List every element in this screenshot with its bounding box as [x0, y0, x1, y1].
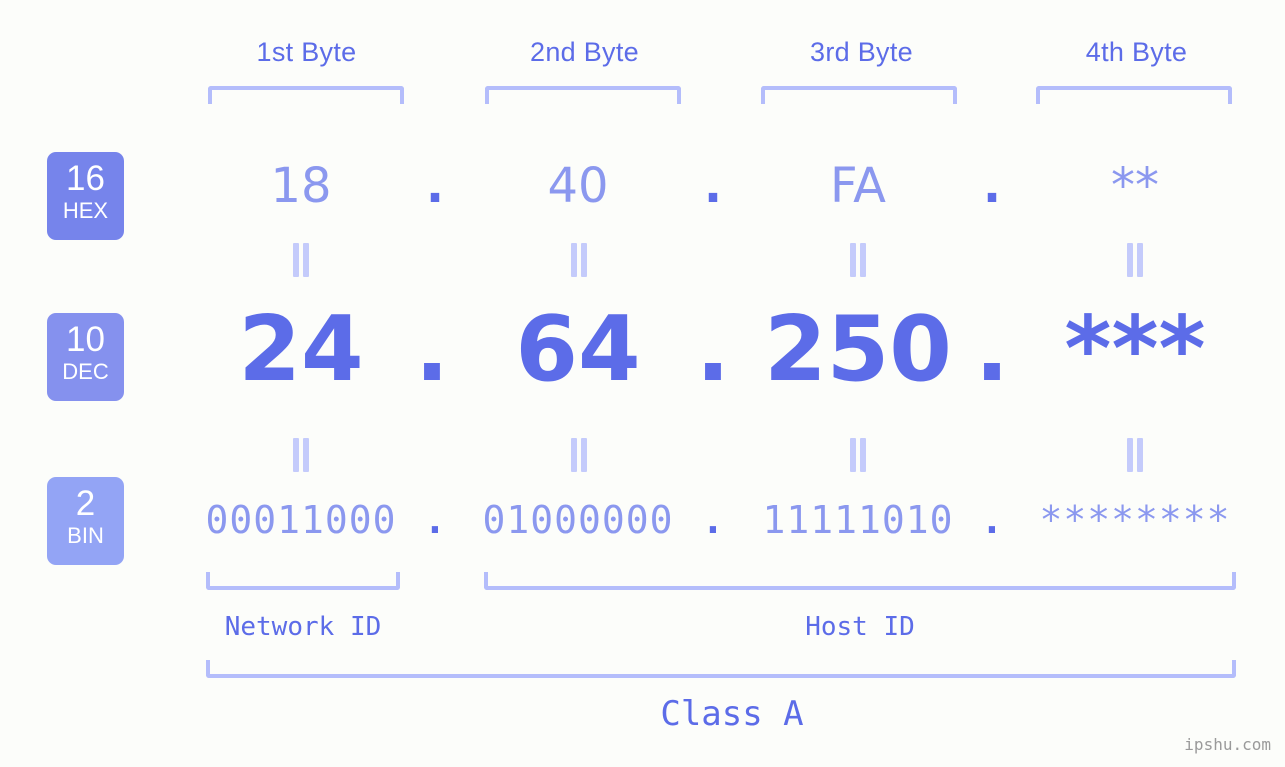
host-id-bracket	[484, 572, 1236, 590]
byte-bracket-top-3	[761, 86, 957, 104]
class-bracket	[206, 660, 1236, 678]
equals-connector-hex-dec-2	[566, 243, 592, 277]
byte-bracket-top-2	[485, 86, 681, 104]
byte-header-label-3: 3rd Byte	[810, 37, 913, 67]
hex-value-byte-2: 40	[547, 158, 609, 214]
base-badge-dec: 10 DEC	[47, 313, 124, 401]
dec-separator-2: .	[695, 297, 731, 402]
bin-value-byte-4: ********	[1039, 498, 1231, 542]
dec-value-byte-2: 64	[515, 297, 641, 402]
hex-separator-2: .	[703, 158, 723, 214]
byte-bracket-top-1	[208, 86, 404, 104]
base-badge-bin-number: 2	[75, 484, 96, 523]
base-badge-hex-number: 16	[66, 159, 105, 198]
equals-connector-dec-bin-1	[288, 438, 314, 472]
equals-connector-dec-bin-2	[566, 438, 592, 472]
equals-connector-hex-dec-4	[1122, 243, 1148, 277]
bin-separator-2: .	[701, 498, 725, 542]
host-id-label: Host ID	[805, 612, 915, 642]
bin-separator-1: .	[423, 498, 447, 542]
base-badge-bin: 2 BIN	[47, 477, 124, 565]
equals-connector-hex-dec-1	[288, 243, 314, 277]
hex-separator-1: .	[425, 158, 445, 214]
hex-value-byte-3: FA	[829, 158, 887, 214]
bin-value-byte-3: 11111010	[762, 498, 954, 542]
dec-separator-1: .	[414, 297, 450, 402]
dec-value-byte-1: 24	[238, 297, 364, 402]
byte-bracket-top-4	[1036, 86, 1232, 104]
bin-separator-3: .	[980, 498, 1004, 542]
equals-connector-dec-bin-3	[845, 438, 871, 472]
dec-value-byte-4: ***	[1064, 297, 1206, 402]
ip-address-breakdown-diagram: 1st Byte 2nd Byte 3rd Byte 4th Byte 16 H…	[0, 0, 1285, 767]
bin-value-byte-1: 00011000	[205, 498, 397, 542]
base-badge-hex: 16 HEX	[47, 152, 124, 240]
hex-value-byte-1: 18	[270, 158, 332, 214]
bin-value-byte-2: 01000000	[482, 498, 674, 542]
base-badge-bin-name: BIN	[67, 523, 104, 548]
dec-value-byte-3: 250	[764, 297, 952, 402]
dec-separator-3: .	[974, 297, 1010, 402]
site-watermark: ipshu.com	[1184, 735, 1271, 754]
network-id-label: Network ID	[224, 612, 382, 642]
byte-header-label-2: 2nd Byte	[530, 37, 639, 67]
hex-separator-3: .	[982, 158, 1002, 214]
byte-header-label-4: 4th Byte	[1085, 37, 1188, 67]
base-badge-dec-number: 10	[66, 320, 105, 359]
base-badge-hex-name: HEX	[62, 198, 109, 223]
byte-header-label-1: 1st Byte	[256, 37, 357, 67]
network-id-bracket	[206, 572, 400, 590]
class-label: Class A	[660, 694, 804, 734]
base-badge-dec-name: DEC	[62, 359, 109, 384]
equals-connector-hex-dec-3	[845, 243, 871, 277]
equals-connector-dec-bin-4	[1122, 438, 1148, 472]
hex-value-byte-4: **	[1111, 158, 1159, 214]
